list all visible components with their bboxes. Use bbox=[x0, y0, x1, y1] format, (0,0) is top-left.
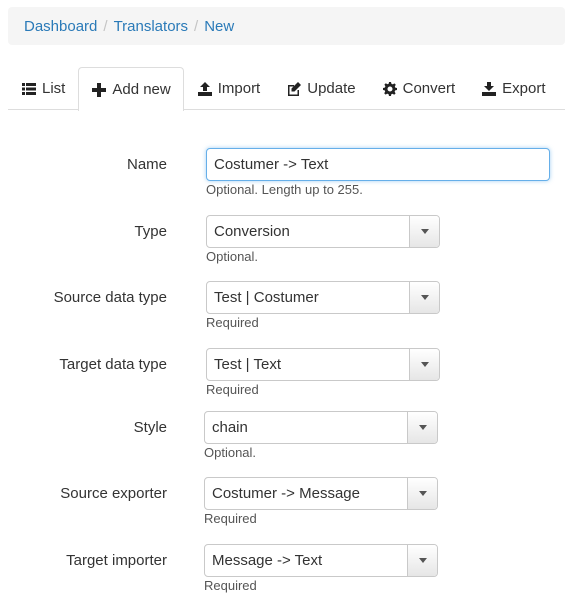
name-help: Optional. Length up to 255. bbox=[206, 182, 363, 197]
target-data-type-help: Required bbox=[206, 382, 259, 397]
breadcrumb-translators[interactable]: Translators bbox=[114, 18, 188, 35]
tab-update-label: Update bbox=[307, 80, 356, 97]
plus-icon bbox=[91, 82, 107, 98]
breadcrumb-dashboard[interactable]: Dashboard bbox=[24, 18, 97, 35]
tab-add-new-label: Add new bbox=[112, 81, 171, 98]
target-importer-value: Message -> Text bbox=[212, 552, 323, 569]
source-exporter-select[interactable]: Costumer -> Message bbox=[204, 477, 438, 510]
tab-import-label: Import bbox=[217, 80, 261, 97]
source-data-type-select[interactable]: Test | Costumer bbox=[206, 281, 440, 314]
target-importer-label: Target importer bbox=[66, 552, 167, 569]
edit-icon bbox=[286, 81, 302, 97]
name-input[interactable] bbox=[206, 148, 550, 181]
tab-export-label: Export bbox=[502, 80, 546, 97]
chevron-down-icon[interactable] bbox=[407, 478, 437, 509]
tab-update[interactable]: Update bbox=[273, 67, 368, 109]
source-exporter-value: Costumer -> Message bbox=[212, 485, 360, 502]
tab-list-label: List bbox=[42, 80, 66, 97]
tab-export[interactable]: Export bbox=[468, 67, 558, 109]
target-data-type-label: Target data type bbox=[59, 356, 167, 373]
target-data-type-value: Test | Text bbox=[214, 356, 281, 373]
tab-convert-label: Convert bbox=[402, 80, 456, 97]
type-select[interactable]: Conversion bbox=[206, 215, 440, 248]
gear-icon bbox=[382, 81, 398, 97]
chevron-down-icon[interactable] bbox=[409, 349, 439, 380]
tab-bar: List Add new Import Update Convert Expor… bbox=[8, 67, 565, 111]
breadcrumb-separator: / bbox=[194, 17, 199, 35]
source-data-type-label: Source data type bbox=[53, 289, 167, 306]
source-data-type-help: Required bbox=[206, 315, 259, 330]
upload-icon bbox=[197, 81, 213, 97]
tab-add-new[interactable]: Add new bbox=[78, 67, 184, 111]
download-icon bbox=[481, 81, 497, 97]
style-help: Optional. bbox=[204, 445, 257, 460]
type-help: Optional. bbox=[206, 249, 259, 264]
breadcrumb: Dashboard / Translators / New bbox=[8, 7, 565, 45]
chevron-down-icon[interactable] bbox=[407, 545, 437, 576]
source-exporter-label: Source exporter bbox=[60, 485, 167, 502]
tab-import[interactable]: Import bbox=[184, 67, 274, 109]
type-label: Type bbox=[134, 223, 167, 240]
target-importer-select[interactable]: Message -> Text bbox=[204, 544, 438, 577]
chevron-down-icon[interactable] bbox=[409, 282, 439, 313]
tab-convert[interactable]: Convert bbox=[369, 67, 469, 109]
chevron-down-icon[interactable] bbox=[407, 412, 437, 443]
name-label: Name bbox=[126, 156, 167, 173]
breadcrumb-new[interactable]: New bbox=[204, 18, 234, 35]
target-data-type-select[interactable]: Test | Text bbox=[206, 348, 440, 381]
style-select-value: chain bbox=[212, 419, 248, 436]
style-select[interactable]: chain bbox=[204, 411, 438, 444]
breadcrumb-separator: / bbox=[103, 17, 108, 35]
source-data-type-value: Test | Costumer bbox=[214, 289, 319, 306]
chevron-down-icon[interactable] bbox=[409, 216, 439, 247]
target-importer-help: Required bbox=[204, 578, 257, 593]
tab-list[interactable]: List bbox=[8, 67, 78, 109]
list-icon bbox=[21, 81, 37, 97]
type-select-value: Conversion bbox=[214, 223, 290, 240]
style-label: Style bbox=[133, 419, 167, 436]
source-exporter-help: Required bbox=[204, 511, 257, 526]
